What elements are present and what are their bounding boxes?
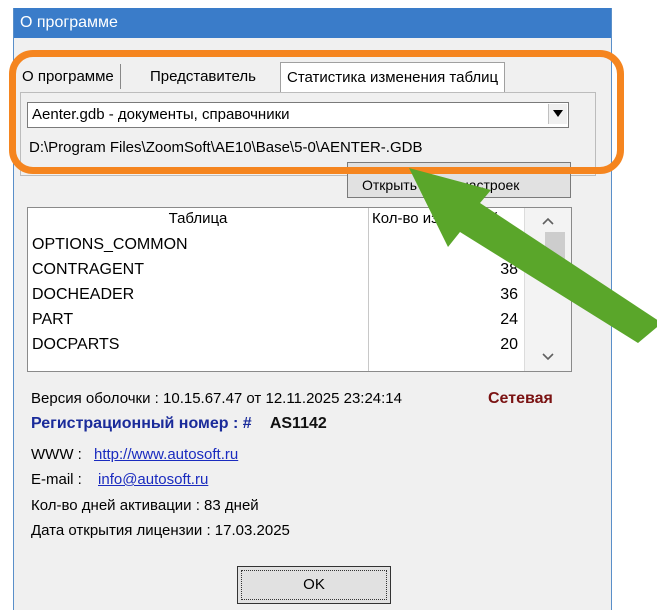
registration-label: Регистрационный номер : #	[31, 415, 252, 432]
change-count: 20	[500, 336, 518, 353]
www-label: WWW :	[31, 446, 82, 463]
table-name: DOCHEADER	[32, 286, 135, 303]
change-count: 24	[500, 311, 518, 328]
table-row[interactable]: CONTRAGENT 38	[28, 257, 524, 282]
version-label: Версия оболочки :	[31, 390, 159, 407]
email-line: E-mail : info@autosoft.ru	[31, 471, 208, 488]
scroll-down-icon[interactable]	[539, 350, 557, 364]
ok-button-label: OK	[303, 576, 325, 593]
version-value: 10.15.67.47 от 12.11.2025 23:24:14	[163, 390, 402, 407]
table-name: DOCPARTS	[32, 336, 120, 353]
email-link[interactable]: info@autosoft.ru	[98, 471, 208, 488]
change-count: 38	[500, 261, 518, 278]
license-date: Дата открытия лицензии : 17.03.2025	[31, 522, 290, 539]
activation-days: Кол-во дней активации : 83 дней	[31, 497, 259, 514]
table-row[interactable]: DOCPARTS 20	[28, 332, 524, 357]
registration-line: Регистрационный номер : # AS1142	[31, 415, 327, 433]
table-name: CONTRAGENT	[32, 261, 144, 278]
change-count: 36	[500, 286, 518, 303]
table-stats-grid[interactable]: Таблица Кол-во изменений OPTIONS_COMMON …	[27, 207, 572, 372]
table-row[interactable]: DOCHEADER 36	[28, 282, 524, 307]
network-badge: Сетевая	[488, 390, 553, 407]
table-row[interactable]: OPTIONS_COMMON	[28, 232, 524, 257]
title-bar[interactable]: О программе	[14, 8, 611, 38]
registration-value: AS1142	[269, 415, 327, 432]
website-link[interactable]: http://www.autosoft.ru	[94, 446, 238, 463]
scroll-up-icon[interactable]	[539, 214, 557, 228]
window-title: О программе	[20, 14, 118, 31]
scroll-thumb[interactable]	[545, 232, 565, 260]
ok-button[interactable]: OK	[237, 566, 391, 604]
www-line: WWW : http://www.autosoft.ru	[31, 446, 238, 463]
table-name: OPTIONS_COMMON	[32, 236, 188, 253]
email-label: E-mail :	[31, 471, 82, 488]
orange-highlight-frame	[9, 50, 624, 174]
column-header-changes[interactable]: Кол-во изменений	[369, 208, 527, 230]
vertical-scrollbar[interactable]	[524, 208, 571, 371]
table-name: PART	[32, 311, 74, 328]
version-line: Версия оболочки : 10.15.67.47 от 12.11.2…	[31, 390, 402, 407]
column-header-table[interactable]: Таблица	[28, 208, 369, 230]
table-row[interactable]: PART 24	[28, 307, 524, 332]
open-settings-folder-label: Открыть папку настроек	[362, 177, 520, 193]
